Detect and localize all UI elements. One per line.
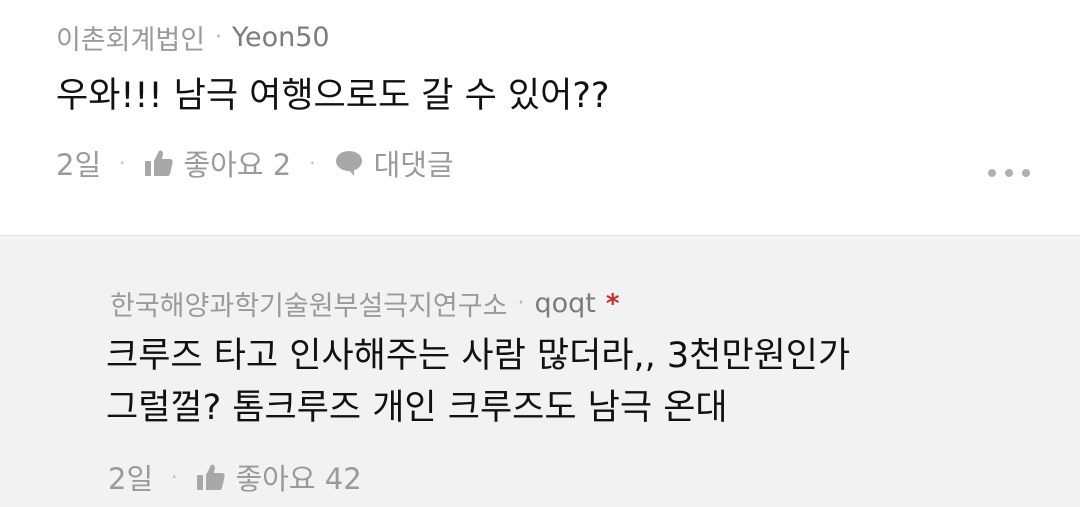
- reply-meta: 한국해양과학기술원부설극지연구소 · qoqt *: [110, 284, 619, 323]
- speech-bubble-icon: [334, 149, 364, 177]
- action-separator: ·: [119, 151, 126, 175]
- reply-label: 대댓글: [373, 148, 454, 182]
- reply-text-line-2: 그럴껄? 톰크루즈 개인 크루즈도 남극 온대: [106, 388, 728, 428]
- reply-username[interactable]: qoqt: [534, 288, 595, 319]
- reply-actions: 2일 · 좋아요 42: [108, 456, 362, 498]
- reply-button[interactable]: 대댓글: [334, 142, 454, 184]
- more-dot: [1022, 169, 1030, 177]
- like-count-label: 좋아요 42: [235, 462, 362, 496]
- author-mark: *: [605, 288, 620, 319]
- comment-text: 우와!!! 남극 여행으로도 갈 수 있어??: [56, 76, 610, 116]
- like-count-label: 좋아요 2: [183, 148, 292, 182]
- comment-item: 이촌회계법인 · Yeon50 우와!!! 남극 여행으로도 갈 수 있어?? …: [0, 0, 1080, 235]
- thumbs-up-icon: [144, 149, 174, 177]
- thumbs-up-icon: [196, 463, 226, 491]
- comment-actions: 2일 · 좋아요 2 · 대댓글: [56, 142, 454, 184]
- meta-separator: ·: [215, 25, 223, 50]
- action-separator: ·: [171, 465, 178, 489]
- action-separator: ·: [309, 151, 316, 175]
- comment-meta: 이촌회계법인 · Yeon50: [56, 18, 330, 57]
- comment-org: 이촌회계법인: [56, 25, 206, 56]
- like-button[interactable]: 좋아요 2: [144, 142, 292, 184]
- more-dot: [1005, 169, 1013, 177]
- reply-item: 한국해양과학기술원부설극지연구소 · qoqt * 크루즈 타고 인사해주는 사…: [0, 235, 1080, 507]
- reply-text-line-1: 크루즈 타고 인사해주는 사람 많더라,, 3천만원인가: [106, 336, 851, 376]
- comment-username[interactable]: Yeon50: [232, 22, 330, 53]
- like-button[interactable]: 좋아요 42: [196, 456, 362, 498]
- more-dot: [988, 169, 996, 177]
- reply-org: 한국해양과학기술원부설극지연구소: [110, 291, 508, 322]
- meta-separator: ·: [517, 291, 525, 316]
- comment-time: 2일: [56, 148, 102, 182]
- more-options-icon[interactable]: [988, 163, 1030, 183]
- reply-time: 2일: [108, 462, 154, 496]
